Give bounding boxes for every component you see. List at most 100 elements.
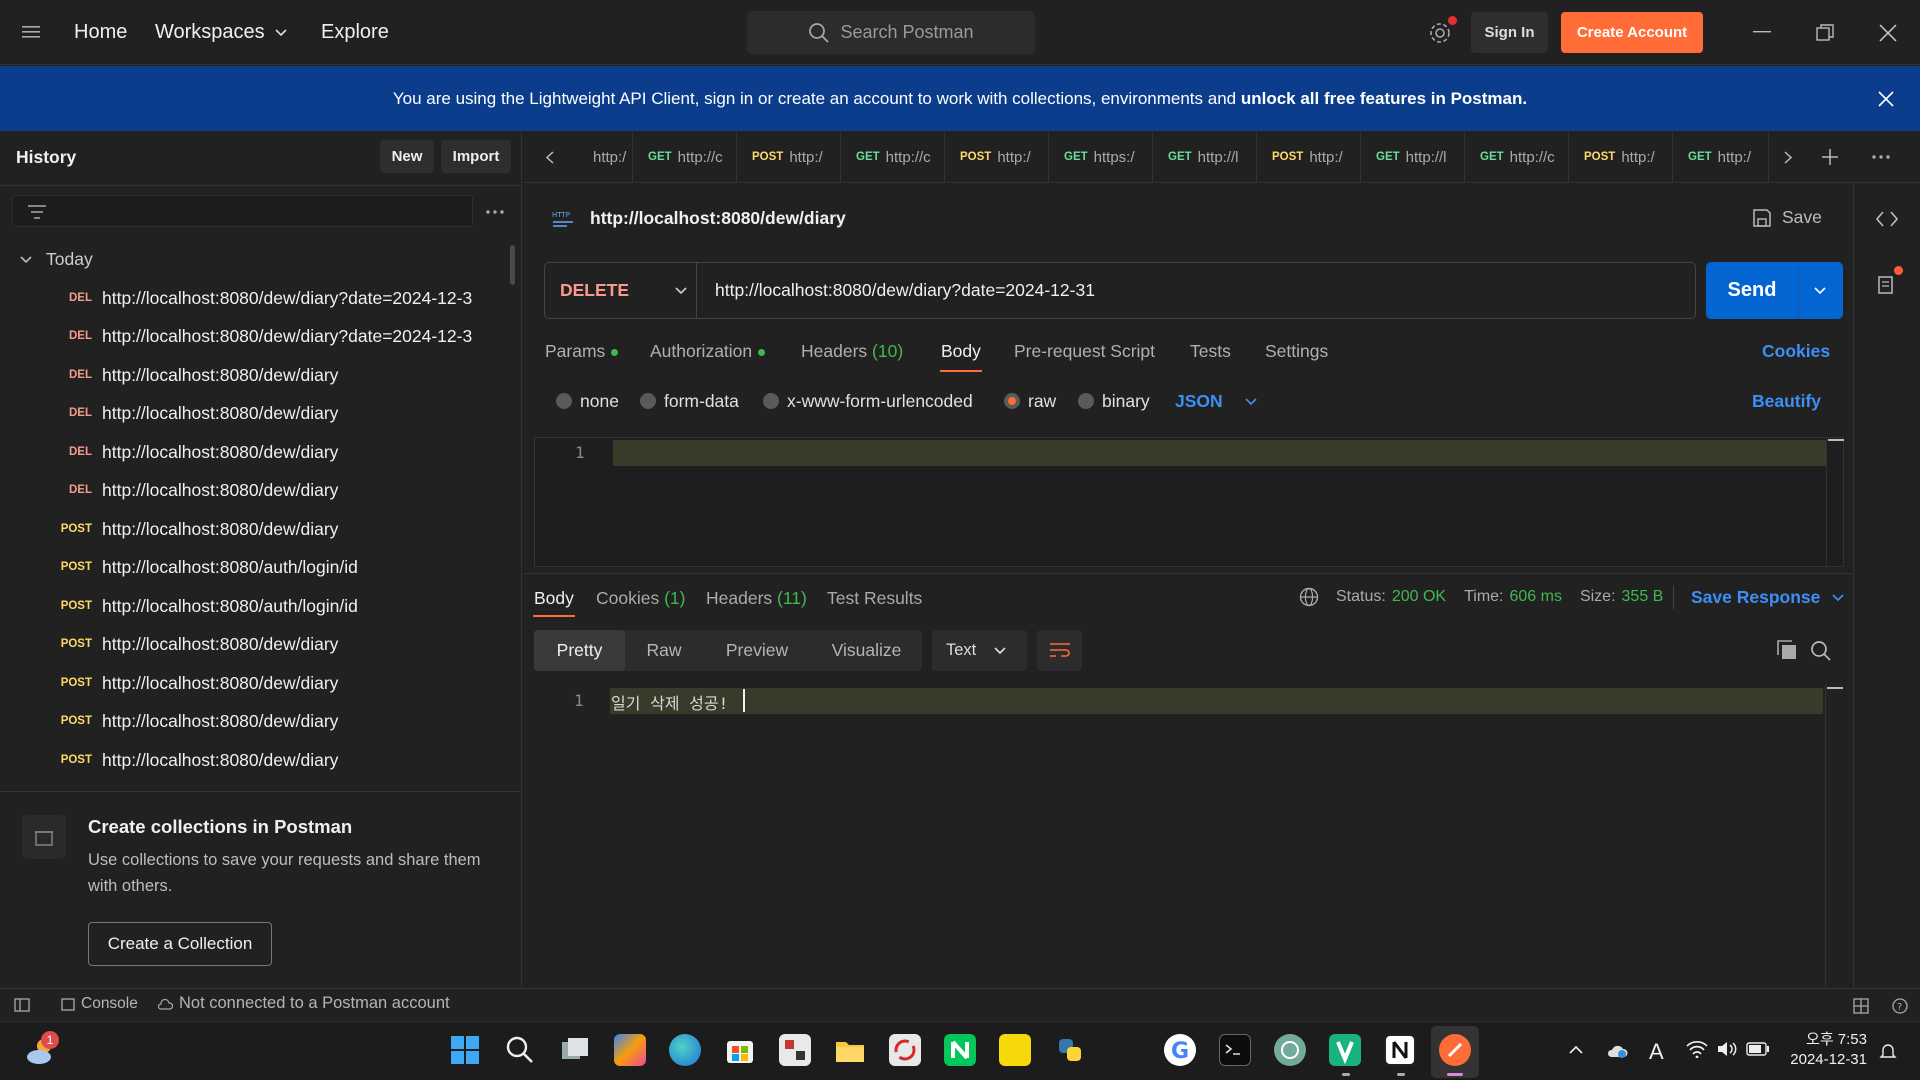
clock[interactable]: 오후 7:53 2024-12-31 [1783,1030,1867,1070]
radio-urlencoded[interactable]: x-www-form-urlencoded [763,391,973,412]
tray-chevron-up-icon[interactable] [1569,1045,1583,1054]
request-tab[interactable]: POST http:/ [1258,131,1361,183]
layout-icon[interactable] [1853,998,1869,1014]
minimize-icon[interactable] [1753,31,1771,33]
request-body-editor[interactable]: 1 [534,437,1844,567]
history-item[interactable]: DEL http://localhost:8080/dew/diary [56,397,338,429]
code-snippet-icon[interactable] [1876,210,1898,228]
status-value[interactable]: 200 OK [1392,588,1446,606]
request-tab[interactable]: GET http://c [842,131,945,183]
sync-app-icon[interactable] [889,1034,921,1066]
history-group-today[interactable]: Today [20,249,93,270]
request-tab[interactable]: GET http://c [634,131,737,183]
tab-authorization[interactable]: Authorization [650,341,766,362]
editor-scrollbar[interactable] [1825,684,1843,988]
size-value[interactable]: 355 B [1622,588,1664,606]
edge-icon[interactable] [669,1034,701,1066]
tab-settings[interactable]: Settings [1265,341,1328,362]
radio-none[interactable]: none [556,391,619,412]
url-input[interactable]: http://localhost:8080/dew/diary?date=202… [697,280,1095,301]
settings-icon[interactable] [1428,21,1452,45]
method-select[interactable]: DELETE [545,263,697,318]
request-tab[interactable]: GET http://c [1466,131,1569,183]
tab-tests[interactable]: Tests [1190,341,1231,362]
history-item[interactable]: POST http://localhost:8080/dew/diary [56,744,339,776]
request-tab[interactable]: GET https:/ [1050,131,1153,183]
request-title[interactable]: http://localhost:8080/dew/diary [590,208,846,229]
response-tab-headers[interactable]: Headers (11) [706,588,807,609]
request-tab[interactable]: POST http:/ [946,131,1049,183]
copy-icon[interactable] [1777,640,1797,660]
send-button[interactable]: Send [1706,262,1843,319]
task-view-icon[interactable] [559,1034,591,1066]
terminal-icon[interactable] [1219,1034,1251,1066]
request-tab[interactable]: GET http:/ [1674,131,1769,183]
tab-options-icon[interactable] [1872,155,1890,159]
banner-bold-text[interactable]: unlock all free features in Postman. [1241,89,1527,108]
taskbar-search-icon[interactable] [504,1034,536,1066]
naver-icon[interactable] [944,1034,976,1066]
save-button[interactable]: Save [1752,207,1822,228]
response-tab-cookies[interactable]: Cookies (1) [596,588,686,609]
import-button[interactable]: Import [441,140,511,173]
notion-icon[interactable] [1384,1034,1416,1066]
wifi-icon[interactable] [1686,1040,1708,1058]
copilot-icon[interactable] [614,1034,646,1066]
view-raw[interactable]: Raw [625,630,703,671]
python-icon[interactable] [1054,1034,1086,1066]
volume-icon[interactable] [1716,1040,1738,1058]
more-options-icon[interactable] [486,210,504,214]
view-pretty[interactable]: Pretty [534,630,625,671]
tab-headers[interactable]: Headers (10) [801,341,903,362]
battery-icon[interactable] [1746,1042,1770,1056]
save-response-button[interactable]: Save Response [1691,587,1844,608]
response-tab-body[interactable]: Body [534,588,574,609]
request-tab[interactable]: GET http://l [1362,131,1465,183]
new-tab-icon[interactable] [1822,149,1838,165]
vim-app-icon[interactable] [1329,1034,1361,1066]
history-item[interactable]: POST http://localhost:8080/dew/diary [56,667,339,699]
wrap-lines-button[interactable] [1037,630,1082,671]
history-item[interactable]: POST http://localhost:8080/dew/diary [56,705,339,737]
tab-pre-request-script[interactable]: Pre-request Script [1014,341,1155,362]
view-visualize[interactable]: Visualize [811,630,922,671]
response-body-editor[interactable]: 1 일기 삭제 성공! [534,684,1844,988]
tools-app-icon[interactable] [779,1034,811,1066]
chevron-left-icon[interactable] [546,151,554,164]
search-bar[interactable]: Search Postman [747,11,1035,54]
start-icon[interactable] [449,1034,481,1066]
sign-in-button[interactable]: Sign In [1471,12,1548,53]
close-banner-icon[interactable] [1878,91,1894,107]
file-explorer-icon[interactable] [834,1034,866,1066]
create-collection-button[interactable]: Create a Collection [88,922,272,966]
sticky-notes-icon[interactable] [999,1034,1031,1066]
history-item[interactable]: DEL http://localhost:8080/dew/diary [56,359,338,391]
console-button[interactable]: Console [61,995,138,1013]
radio-raw[interactable]: raw [1004,391,1056,412]
history-item[interactable]: DEL http://localhost:8080/dew/diary [56,474,338,506]
editor-scrollbar[interactable] [1826,438,1844,566]
restore-icon[interactable] [1816,24,1834,42]
response-tab-test-results[interactable]: Test Results [827,588,922,609]
request-tab[interactable]: POST http:/ [1570,131,1673,183]
globe-icon[interactable] [1299,587,1319,607]
nav-explore[interactable]: Explore [321,21,389,44]
nav-home[interactable]: Home [74,21,127,44]
request-tab[interactable]: POST http:/ [738,131,841,183]
time-value[interactable]: 606 ms [1509,588,1561,606]
chevron-right-icon[interactable] [1784,151,1792,164]
request-tab[interactable]: GET http://l [1154,131,1257,183]
history-item[interactable]: DEL http://localhost:8080/dew/diary?date=… [56,320,472,352]
ime-indicator[interactable]: A [1649,1039,1664,1065]
view-preview[interactable]: Preview [703,630,811,671]
cookies-link[interactable]: Cookies [1762,341,1830,362]
history-item[interactable]: DEL http://localhost:8080/dew/diary [56,436,338,468]
beautify-link[interactable]: Beautify [1752,391,1821,412]
history-item[interactable]: POST http://localhost:8080/auth/login/id [56,551,358,583]
connection-status[interactable]: Not connected to a Postman account [157,994,450,1013]
search-icon[interactable] [1810,640,1832,662]
new-button[interactable]: New [380,140,434,173]
notification-bell-icon[interactable] [1879,1042,1897,1060]
create-account-button[interactable]: Create Account [1561,12,1703,53]
postman-icon[interactable] [1439,1034,1471,1066]
